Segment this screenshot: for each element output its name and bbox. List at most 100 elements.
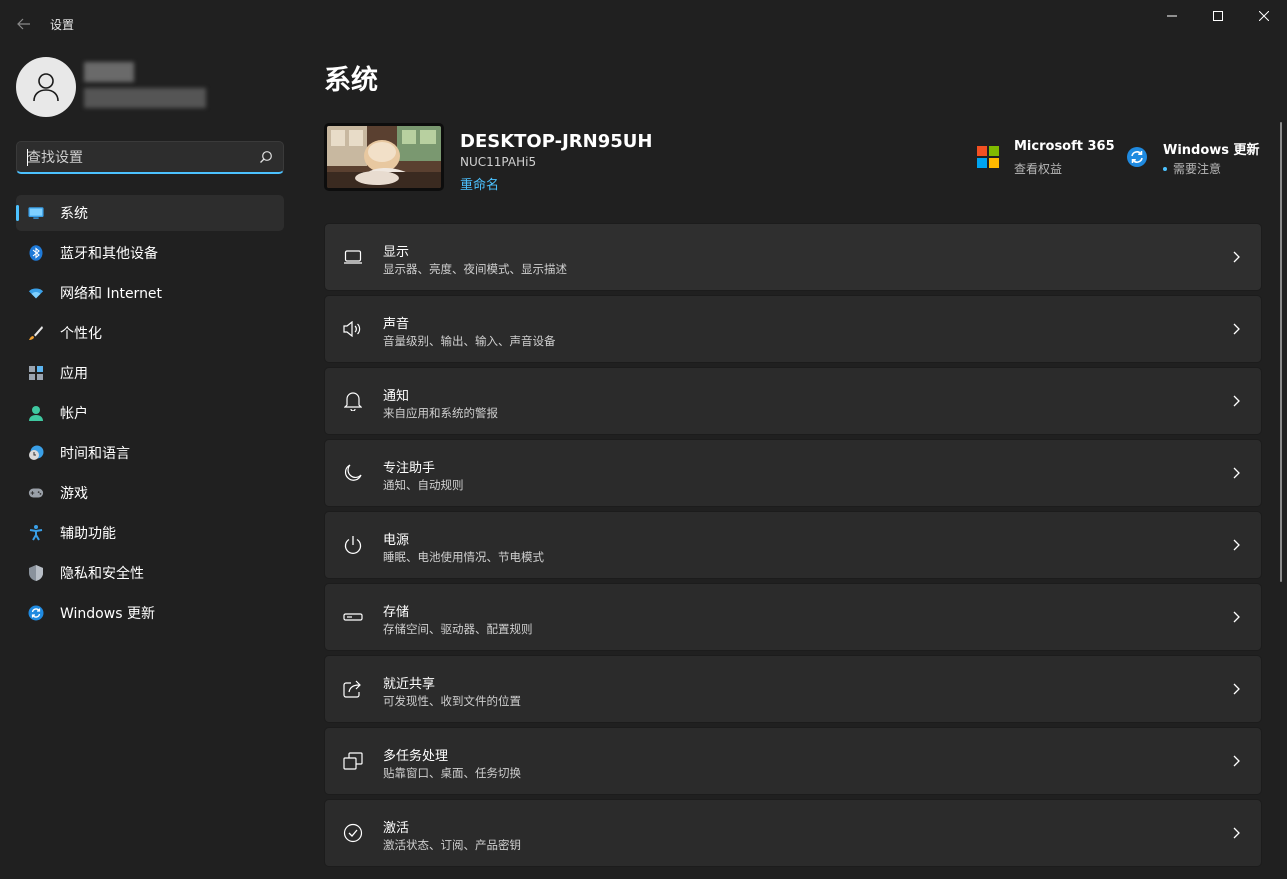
rename-link[interactable]: 重命名 bbox=[460, 174, 499, 193]
card-subtitle: 贴靠窗口、桌面、任务切换 bbox=[383, 766, 521, 780]
speaker-icon bbox=[343, 319, 363, 339]
settings-card-sound[interactable]: 声音 音量级别、输出、输入、声音设备 bbox=[324, 295, 1262, 363]
bluetooth-icon bbox=[28, 245, 44, 261]
card-subtitle: 激活状态、订阅、产品密钥 bbox=[383, 838, 521, 852]
app-title: 设置 bbox=[50, 18, 75, 32]
wifi-icon bbox=[28, 285, 44, 301]
minimize-icon bbox=[1167, 15, 1177, 17]
promo-title: Windows 更新 bbox=[1163, 143, 1260, 158]
share-icon bbox=[343, 679, 363, 699]
page-title: 系统 bbox=[324, 65, 378, 96]
settings-card-power[interactable]: 电源 睡眠、电池使用情况、节电模式 bbox=[324, 511, 1262, 579]
card-title: 就近共享 bbox=[383, 677, 436, 692]
sidebar-item-label: 系统 bbox=[60, 206, 88, 222]
chevron-right-icon bbox=[1233, 323, 1240, 335]
moon-icon bbox=[343, 463, 363, 483]
sidebar-item-personalization[interactable]: 个性化 bbox=[16, 315, 284, 351]
sidebar-item-label: 个性化 bbox=[60, 326, 102, 342]
chevron-right-icon bbox=[1233, 251, 1240, 263]
settings-card-nearby-sharing[interactable]: 就近共享 可发现性、收到文件的位置 bbox=[324, 655, 1262, 723]
user-info-redacted bbox=[84, 62, 209, 112]
sidebar-item-apps[interactable]: 应用 bbox=[16, 355, 284, 391]
back-arrow-icon bbox=[17, 18, 30, 30]
sidebar-item-network[interactable]: 网络和 Internet bbox=[16, 275, 284, 311]
card-subtitle: 音量级别、输出、输入、声音设备 bbox=[383, 334, 556, 348]
sidebar-item-time-language[interactable]: 时间和语言 bbox=[16, 435, 284, 471]
sidebar-nav: 系统 蓝牙和其他设备 网络和 Internet 个性化 应用 帐户 时间和语言 … bbox=[16, 195, 284, 635]
promo-subtitle: 查看权益 bbox=[1014, 162, 1063, 176]
search-box[interactable] bbox=[16, 141, 284, 174]
chevron-right-icon bbox=[1233, 539, 1240, 551]
avatar[interactable] bbox=[16, 57, 76, 117]
power-icon bbox=[343, 535, 363, 555]
sidebar-item-label: 隐私和安全性 bbox=[60, 566, 144, 582]
sidebar-item-label: 辅助功能 bbox=[60, 526, 116, 542]
minimize-button[interactable] bbox=[1149, 0, 1195, 32]
status-dot bbox=[1163, 166, 1167, 171]
card-subtitle: 存储空间、驱动器、配置规则 bbox=[383, 622, 533, 636]
chevron-right-icon bbox=[1233, 395, 1240, 407]
settings-card-display[interactable]: 显示 显示器、亮度、夜间模式、显示描述 bbox=[324, 223, 1262, 291]
check-circle-icon bbox=[343, 823, 363, 843]
card-subtitle: 显示器、亮度、夜间模式、显示描述 bbox=[383, 262, 567, 276]
card-title: 电源 bbox=[383, 533, 410, 548]
bell-icon bbox=[343, 391, 363, 411]
text-caret bbox=[27, 149, 28, 166]
maximize-button[interactable] bbox=[1195, 0, 1241, 32]
settings-card-activation[interactable]: 激活 激活状态、订阅、产品密钥 bbox=[324, 799, 1262, 867]
settings-card-notifications[interactable]: 通知 来自应用和系统的警报 bbox=[324, 367, 1262, 435]
device-model: NUC11PAHi5 bbox=[460, 155, 537, 169]
device-wallpaper-thumbnail[interactable] bbox=[324, 123, 444, 191]
sidebar-item-label: Windows 更新 bbox=[60, 606, 155, 622]
title-bar: 设置 bbox=[0, 0, 1287, 48]
card-title: 声音 bbox=[383, 317, 410, 332]
card-subtitle: 通知、自动规则 bbox=[383, 478, 464, 492]
chevron-right-icon bbox=[1233, 467, 1240, 479]
card-subtitle: 睡眠、电池使用情况、节电模式 bbox=[383, 550, 544, 564]
windows-update-promo[interactable]: Windows 更新 需要注意 bbox=[1126, 138, 1276, 178]
sidebar-item-accounts[interactable]: 帐户 bbox=[16, 395, 284, 431]
search-icon[interactable] bbox=[259, 150, 273, 164]
card-title: 显示 bbox=[383, 245, 410, 260]
account-icon bbox=[28, 405, 44, 421]
close-button[interactable] bbox=[1241, 0, 1287, 32]
chevron-right-icon bbox=[1233, 755, 1240, 767]
sidebar-item-bluetooth[interactable]: 蓝牙和其他设备 bbox=[16, 235, 284, 271]
sidebar-item-label: 游戏 bbox=[60, 486, 88, 502]
sidebar-item-label: 蓝牙和其他设备 bbox=[60, 246, 158, 262]
microsoft-logo-icon bbox=[977, 146, 999, 168]
sidebar-item-label: 帐户 bbox=[60, 406, 88, 422]
settings-card-multitasking[interactable]: 多任务处理 贴靠窗口、桌面、任务切换 bbox=[324, 727, 1262, 795]
settings-card-focus-assist[interactable]: 专注助手 通知、自动规则 bbox=[324, 439, 1262, 507]
card-title: 激活 bbox=[383, 821, 410, 836]
chevron-right-icon bbox=[1233, 683, 1240, 695]
sidebar-item-privacy[interactable]: 隐私和安全性 bbox=[16, 555, 284, 591]
sidebar-item-windows-update[interactable]: Windows 更新 bbox=[16, 595, 284, 631]
card-title: 多任务处理 bbox=[383, 749, 449, 764]
promo-subtitle-text: 需要注意 bbox=[1173, 162, 1222, 176]
windows-update-icon bbox=[1127, 147, 1147, 167]
search-input[interactable] bbox=[27, 148, 247, 168]
card-subtitle: 可发现性、收到文件的位置 bbox=[383, 694, 521, 708]
gamepad-icon bbox=[28, 485, 44, 501]
settings-list: 显示 显示器、亮度、夜间模式、显示描述 声音 音量级别、输出、输入、声音设备 通… bbox=[324, 223, 1262, 871]
storage-icon bbox=[343, 607, 363, 627]
display-icon bbox=[343, 247, 363, 267]
shield-icon bbox=[28, 565, 44, 581]
promo-title: Microsoft 365 bbox=[1014, 139, 1115, 154]
sidebar-item-gaming[interactable]: 游戏 bbox=[16, 475, 284, 511]
sidebar-item-system[interactable]: 系统 bbox=[16, 195, 284, 231]
sidebar-item-label: 时间和语言 bbox=[60, 446, 130, 462]
system-display-icon bbox=[28, 205, 44, 221]
settings-card-storage[interactable]: 存储 存储空间、驱动器、配置规则 bbox=[324, 583, 1262, 651]
scrollbar[interactable] bbox=[1280, 122, 1282, 582]
chevron-right-icon bbox=[1233, 611, 1240, 623]
maximize-icon bbox=[1213, 11, 1223, 21]
card-subtitle: 来自应用和系统的警报 bbox=[383, 406, 498, 420]
accessibility-icon bbox=[28, 525, 44, 541]
user-icon bbox=[33, 73, 59, 102]
card-title: 存储 bbox=[383, 605, 410, 620]
sidebar-item-accessibility[interactable]: 辅助功能 bbox=[16, 515, 284, 551]
back-button[interactable] bbox=[12, 10, 36, 38]
microsoft-365-promo[interactable]: Microsoft 365 查看权益 bbox=[977, 138, 1117, 178]
